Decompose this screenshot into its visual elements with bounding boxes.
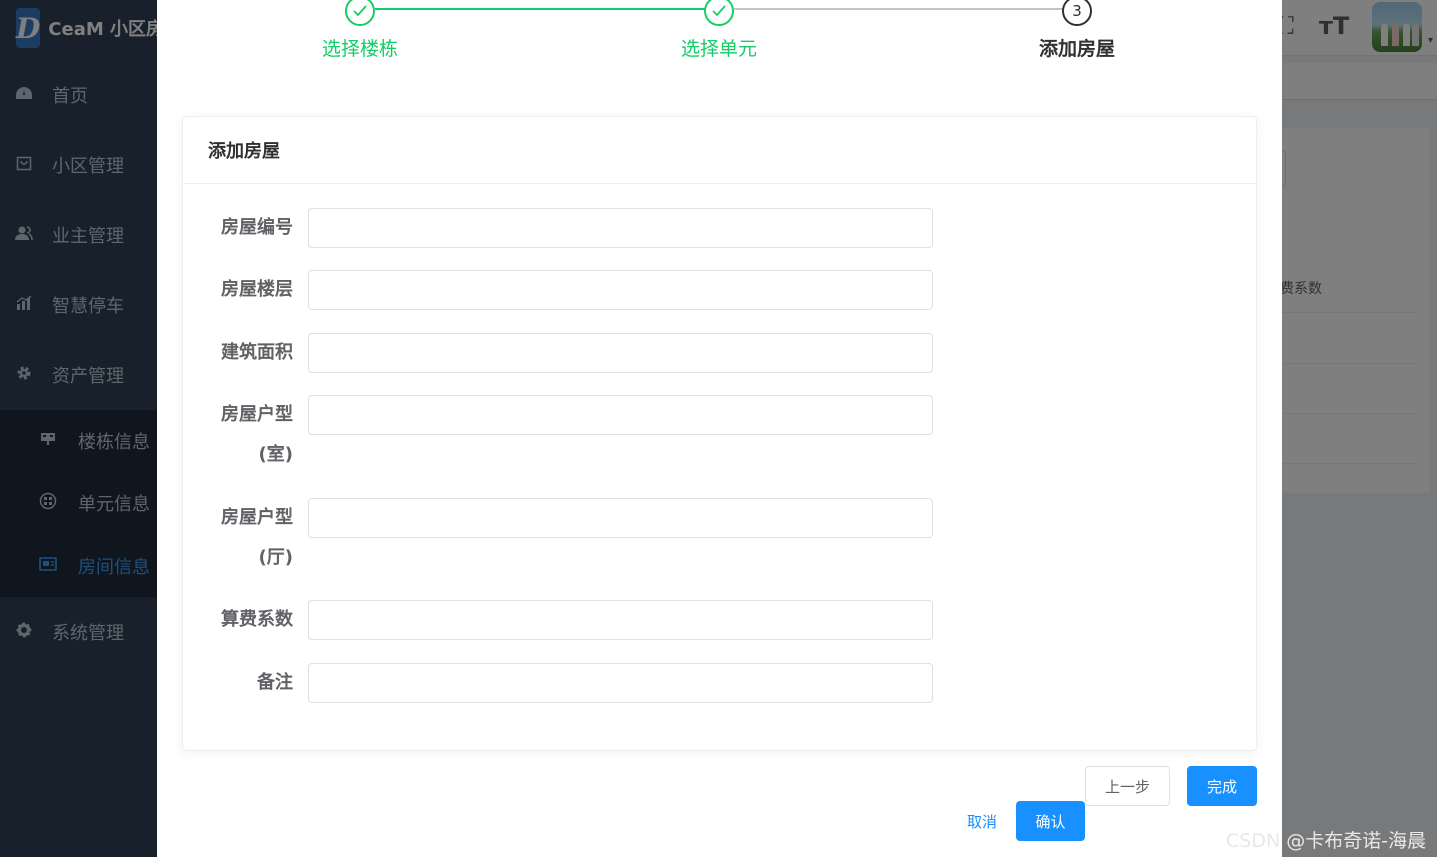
- field-label-fee-coefficient: 算费系数: [221, 609, 293, 630]
- watermark: CSDN @卡布奇诺-海晨: [1226, 830, 1427, 852]
- building-area-input[interactable]: [308, 333, 933, 373]
- field-label-remark: 备注: [257, 672, 293, 693]
- form-card: 添加房屋 房屋编号 房屋楼层 建筑面积 房屋户型 (室) 房屋户型 (厅) 算费…: [182, 116, 1257, 751]
- step-3-number: 3: [1062, 0, 1092, 26]
- room-floor-input[interactable]: [308, 270, 933, 310]
- step-3-title: 添加房屋: [1038, 38, 1115, 60]
- step-2-check-icon: [704, 0, 734, 26]
- field-label-room-number: 房屋编号: [221, 217, 293, 238]
- card-title: 添加房屋: [183, 117, 1256, 184]
- step-1-check-icon: [345, 0, 375, 26]
- field-label-room-type-rooms: 房屋户型: [221, 404, 293, 425]
- step-1-title: 选择楼栋: [321, 38, 398, 60]
- field-label-room-type-rooms-suffix: (室): [258, 444, 293, 465]
- add-room-dialog: 选择楼栋 选择单元 3 添加房屋 添加房屋 房屋编号 房屋楼层 建筑面积 房屋户…: [157, 0, 1282, 857]
- room-type-rooms-input[interactable]: [308, 395, 933, 435]
- finish-button[interactable]: 完成: [1187, 766, 1257, 806]
- field-label-room-type-halls: 房屋户型: [221, 507, 293, 528]
- field-label-room-type-halls-suffix: (厅): [258, 547, 293, 568]
- confirm-button[interactable]: 确认: [1016, 801, 1085, 841]
- step-connector-1: [375, 8, 719, 10]
- field-label-room-floor: 房屋楼层: [221, 279, 293, 300]
- remark-input[interactable]: [308, 663, 933, 703]
- cancel-button[interactable]: 取消: [962, 801, 1002, 841]
- field-label-building-area: 建筑面积: [221, 342, 293, 363]
- room-type-halls-input[interactable]: [308, 498, 933, 538]
- room-number-input[interactable]: [308, 208, 933, 248]
- prev-step-button[interactable]: 上一步: [1085, 766, 1170, 806]
- step-connector-2: [734, 8, 1078, 10]
- step-2-title: 选择单元: [680, 38, 757, 60]
- fee-coefficient-input[interactable]: [308, 600, 933, 640]
